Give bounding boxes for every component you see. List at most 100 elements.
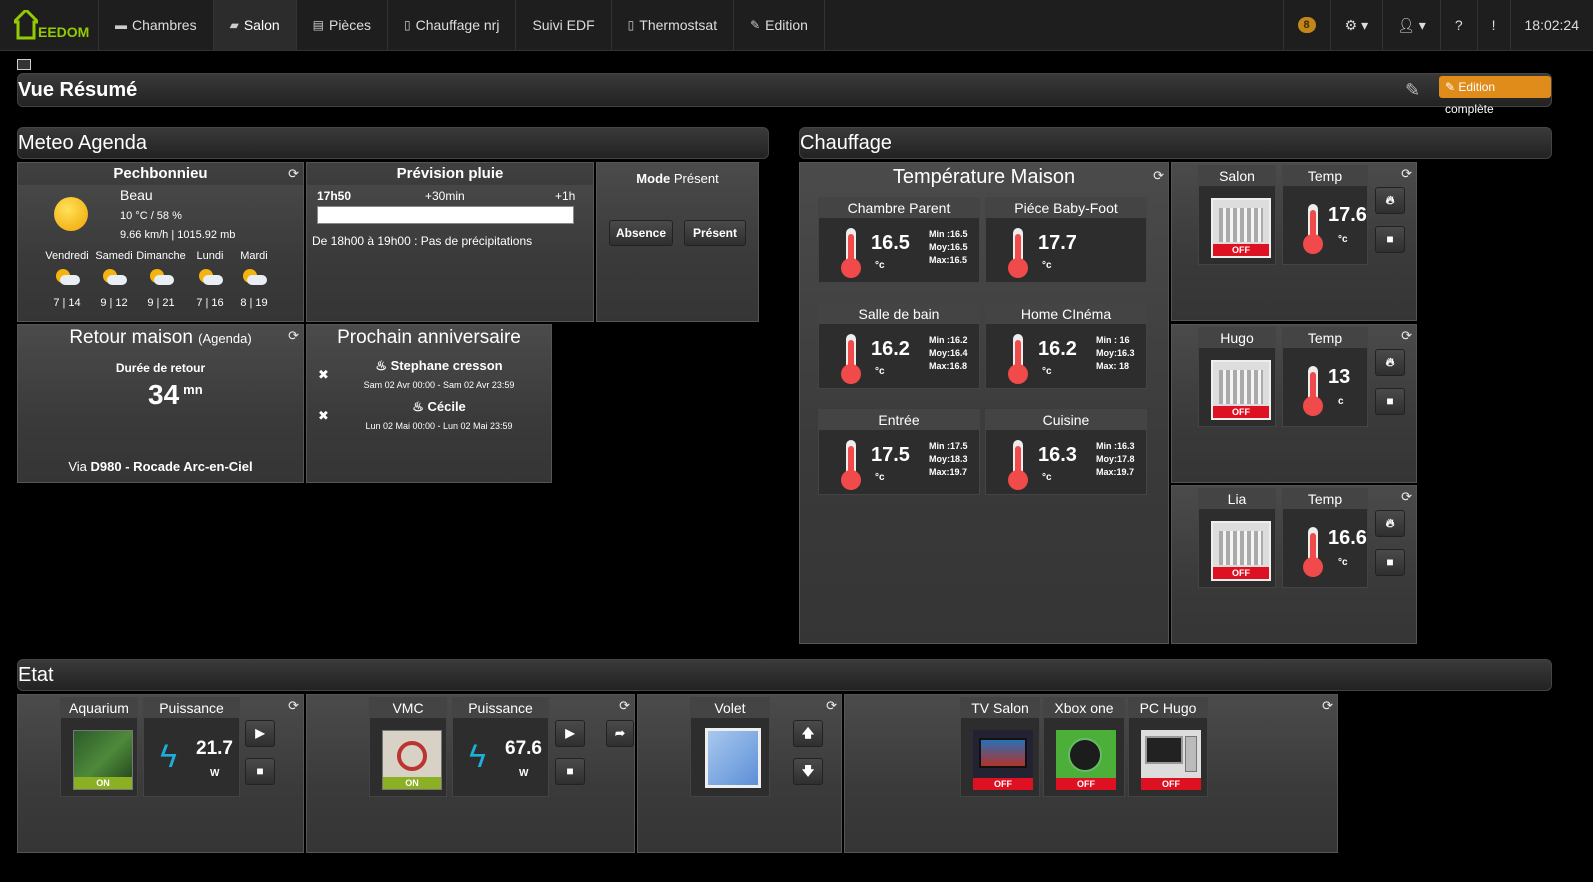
weather-city: Pechbonnieu — [18, 163, 303, 185]
house-fan-icon — [397, 741, 427, 771]
vmc-power-label: Puissance — [453, 698, 548, 718]
flame-button[interactable]: 🔥︎ — [1375, 349, 1405, 376]
forecast-temps: 7 | 16 — [196, 297, 224, 309]
refresh-icon[interactable]: ⟳ — [826, 698, 837, 714]
edit-pencil-icon[interactable]: ✎ — [1405, 74, 1420, 106]
nav-edition[interactable]: ✎ Edition — [734, 0, 825, 50]
xbox-one-name: Xbox one — [1044, 698, 1124, 718]
heater-temp-tile: Temp 13 c — [1282, 327, 1368, 427]
heater-tile[interactable]: Salon OFF — [1198, 165, 1276, 265]
brand-logo[interactable]: EEDOM — [0, 0, 99, 50]
present-button[interactable]: Présent — [684, 220, 746, 246]
refresh-icon[interactable]: ⟳ — [1401, 489, 1412, 505]
room-moy: Moy:16.5 — [929, 242, 968, 252]
nav-edition-label: Edition — [765, 17, 808, 33]
mode-value: Présent — [673, 171, 719, 186]
stop-button[interactable]: ■ — [1375, 549, 1405, 576]
refresh-icon[interactable]: ⟳ — [288, 328, 299, 344]
birthday-date: Sam 02 Avr 00:00 - Sam 02 Avr 23:59 — [363, 380, 515, 390]
tv-salon-tile[interactable]: TV Salon OFF — [960, 697, 1040, 797]
xbox-circle — [1068, 738, 1102, 772]
room-temp-unit: °c — [875, 260, 885, 271]
refresh-icon[interactable]: ⟳ — [288, 166, 299, 182]
brand-text: EEDOM — [38, 24, 90, 40]
nav-suivi-edf[interactable]: Suivi EDF — [516, 0, 612, 50]
play-button[interactable]: ▶ — [245, 720, 275, 747]
image-icon[interactable] — [17, 59, 31, 70]
flame-button[interactable]: 🔥︎ — [1375, 510, 1405, 537]
thermometer-bulb — [841, 364, 861, 384]
nav-chauffage[interactable]: ▯ Chauffage nrj — [388, 0, 517, 50]
share-arrow-button[interactable]: ➦ — [606, 720, 634, 747]
nav-chauffage-label: Chauffage nrj — [415, 17, 500, 33]
nav-chambres[interactable]: ▬ Chambres — [99, 0, 214, 50]
nav-thermostat[interactable]: ▯ Thermostsat — [612, 0, 735, 50]
messages-badge-button[interactable]: 8 — [1282, 0, 1330, 50]
heater-temp-unit: °c — [1338, 557, 1348, 568]
stop-button[interactable]: ■ — [1375, 388, 1405, 415]
devices-widget: ⟳ TV Salon OFF Xbox one OFF PC Hugo OFF — [844, 694, 1338, 853]
user-menu[interactable]: 👤︎ ▾ — [1382, 0, 1440, 50]
volet-down-button[interactable]: 🡇 — [793, 758, 823, 785]
room-min: Min :16.2 — [929, 335, 968, 345]
cake-icon: ♨ — [412, 399, 424, 414]
heater-tile[interactable]: Hugo OFF — [1198, 327, 1276, 427]
house-logo-icon — [14, 10, 38, 40]
refresh-icon[interactable]: ⟳ — [619, 698, 630, 714]
retour-duration-unit: mn — [183, 381, 203, 397]
birthday-date: Lun 02 Mai 00:00 - Lun 02 Mai 23:59 — [365, 421, 513, 431]
retour-title: Retour maison — [69, 327, 193, 348]
room-min: Min : 16 — [1096, 335, 1130, 345]
window-icon — [705, 728, 761, 788]
radiator-fins — [1219, 531, 1263, 565]
heater-temp-label: Temp — [1283, 328, 1367, 348]
refresh-icon[interactable]: ⟳ — [1153, 168, 1164, 184]
heater-state: OFF — [1213, 244, 1269, 256]
nav-pieces[interactable]: ▤ Pièces — [297, 0, 389, 50]
stop-button[interactable]: ■ — [245, 758, 275, 785]
forecast-day: Vendredi — [45, 250, 89, 262]
xbox-one-tile[interactable]: Xbox one OFF — [1043, 697, 1125, 797]
room-temp-value: 17.5 — [871, 444, 910, 466]
pc-hugo-tile[interactable]: PC Hugo OFF — [1128, 697, 1208, 797]
refresh-icon[interactable]: ⟳ — [288, 698, 299, 714]
flame-button[interactable]: 🔥︎ — [1375, 187, 1405, 214]
volet-tile[interactable]: Volet — [690, 697, 770, 797]
meteo-section-bar: Meteo Agenda — [17, 127, 769, 159]
alert-button[interactable]: ! — [1476, 0, 1510, 50]
absence-button[interactable]: Absence — [609, 220, 673, 246]
stop-button[interactable]: ■ — [1375, 226, 1405, 253]
volet-up-button[interactable]: 🡅 — [793, 720, 823, 747]
room-moy: Moy:16.4 — [929, 348, 968, 358]
refresh-icon[interactable]: ⟳ — [1322, 698, 1333, 714]
xbox-icon: OFF — [1056, 730, 1116, 790]
room-temp-value: 16.2 — [1038, 338, 1077, 360]
stop-button[interactable]: ■ — [555, 758, 585, 785]
rooms-icon: ▤ — [312, 18, 324, 32]
nav-chambres-label: Chambres — [132, 17, 197, 33]
aquarium-state: ON — [74, 777, 132, 789]
heating-icon: ▯ — [404, 18, 411, 32]
retour-subtitle: (Agenda) — [198, 331, 252, 346]
settings-menu[interactable]: ⚙ ▾ — [1329, 0, 1382, 50]
help-button[interactable]: ? — [1439, 0, 1477, 50]
nav-salon[interactable]: ▰ Salon — [213, 0, 297, 50]
refresh-icon[interactable]: ⟳ — [1401, 328, 1412, 344]
heater-temp-tile: Temp 16.6 °c — [1282, 488, 1368, 588]
heater-temp-value: 17.6 — [1328, 204, 1367, 226]
edit-complete-button[interactable]: ✎ Edition complète — [1439, 76, 1551, 116]
vmc-tile[interactable]: VMC ON — [369, 697, 447, 797]
birthday-name-text: Cécile — [427, 399, 466, 414]
heater-tile[interactable]: Lia OFF — [1198, 488, 1276, 588]
birthday-widget: Prochain anniversaire ✖ ♨ Stephane cress… — [306, 324, 552, 483]
refresh-icon[interactable]: ⟳ — [1401, 166, 1412, 182]
clock-time: 18:02:24 — [1524, 17, 1580, 33]
aquarium-tile[interactable]: Aquarium ON — [60, 697, 138, 797]
birthday-name: ♨ Stephane cresson — [327, 358, 551, 374]
radiator-fins — [1219, 208, 1263, 242]
temperature-maison-widget: Température Maison ⟳ Chambre Parent 16.5… — [799, 162, 1169, 644]
room-temp-tile: Cuisine 16.3 °c Min :16.3 Moy:17.8 Max:1… — [985, 409, 1147, 495]
play-button[interactable]: ▶ — [555, 720, 585, 747]
room-max: Max: 18 — [1096, 361, 1130, 371]
forecast-day: Dimanche — [136, 250, 186, 262]
